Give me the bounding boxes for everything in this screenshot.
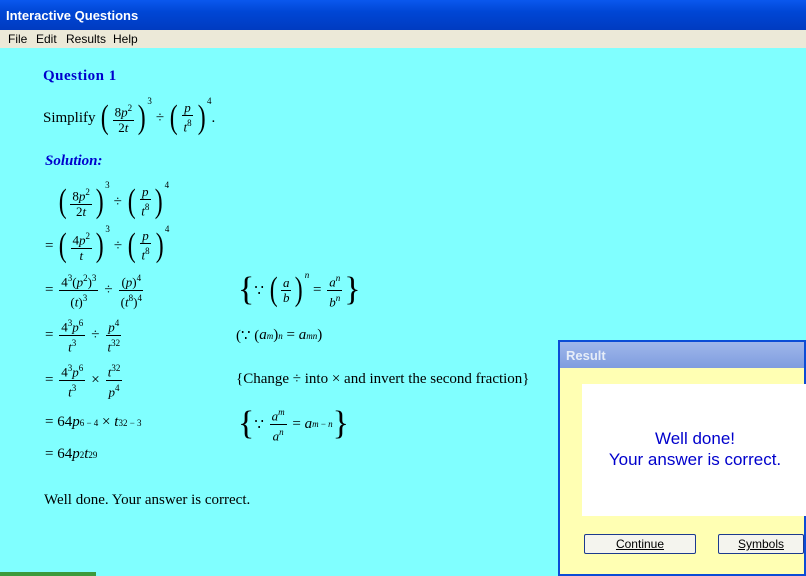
menu-file[interactable]: File: [8, 32, 27, 46]
step-4: = 43p6 t3 ÷ p4 t32: [45, 318, 122, 354]
reason-3: {∵ ( ab ) n = an bn }: [238, 270, 361, 309]
question-expression: Simplify ( 8p2 2t ) 3 ÷ ( p t8 ) 4.: [43, 96, 216, 136]
symbols-button[interactable]: Symbols: [718, 534, 804, 554]
menu-edit[interactable]: Edit: [36, 32, 57, 46]
step-3: = 43(p2)3 (t)3 ÷ (p)4 (t8)4: [45, 273, 144, 309]
result-line-1: Well done!: [654, 429, 735, 448]
window-title: Interactive Questions: [6, 8, 139, 23]
solution-heading: Solution:: [45, 153, 103, 169]
question-prompt: Simplify: [43, 109, 96, 126]
dialog-title-bar[interactable]: Result: [560, 342, 804, 368]
result-message: Well done! Your answer is correct.: [582, 428, 806, 470]
result-line-2: Your answer is correct.: [608, 450, 782, 469]
menu-help[interactable]: Help: [113, 32, 138, 46]
feedback-text: Well done. Your answer is correct.: [44, 492, 251, 508]
result-message-panel: Well done! Your answer is correct.: [582, 384, 806, 516]
reason-5: {Change ÷ into × and invert the second f…: [236, 371, 530, 387]
question-heading: Question 1: [43, 68, 117, 84]
reason-6: {∵ am an = am − n }: [238, 405, 349, 443]
step-6: = 64 p 6 − 4 × t 32 − 3: [45, 414, 142, 430]
taskbar-start-edge: [0, 572, 96, 576]
menu-results[interactable]: Results: [66, 32, 106, 46]
step-1: ( 8p2 2t ) 3 ÷ ( p t8 ) 4: [58, 180, 170, 220]
reason-4: (∵ (a m) n = a mn): [236, 327, 323, 344]
step-5: = 43p6 t3 × t32 p4: [45, 363, 123, 399]
menu-bar: File Edit Results Help: [0, 30, 806, 48]
step-2: = ( 4p2 t ) 3 ÷ ( p t8 ) 4: [45, 224, 170, 264]
step-7: = 64 p 2 t 29: [45, 446, 98, 462]
result-dialog: Result Well done! Your answer is correct…: [558, 340, 806, 576]
title-bar: Interactive Questions: [0, 0, 806, 30]
dialog-title: Result: [566, 348, 606, 363]
continue-button[interactable]: Continue: [584, 534, 696, 554]
